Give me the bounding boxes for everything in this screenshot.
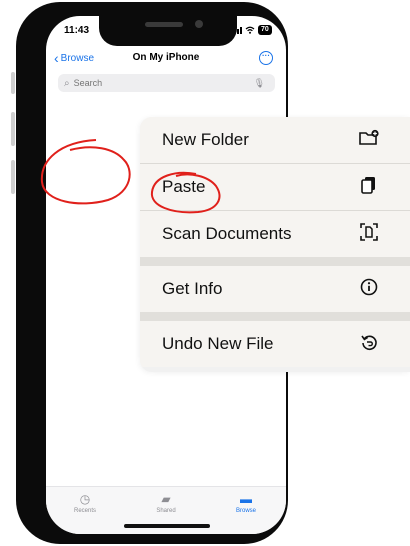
menu-item-get-info[interactable]: Get Info <box>140 266 410 312</box>
status-icons: 70 <box>234 25 272 35</box>
info-circle-icon <box>348 278 390 301</box>
menu-item-new-folder[interactable]: New Folder <box>140 117 410 163</box>
folder-icon: ▬ <box>240 492 252 506</box>
menu-item-label: Get Info <box>162 279 223 298</box>
tab-browse[interactable]: ▬ Browse <box>211 492 281 514</box>
back-button[interactable]: ‹ Browse <box>54 50 95 66</box>
clock-icon: ◷ <box>79 492 91 506</box>
menu-section-gap <box>140 312 410 321</box>
navigation-bar: On My iPhone ‹ Browse ··· <box>46 50 286 72</box>
status-time: 11:43 <box>64 25 90 36</box>
search-icon: ⌕ <box>64 77 70 89</box>
front-camera <box>195 20 203 28</box>
menu-section-gap <box>140 257 410 266</box>
tab-shared[interactable]: ▰ Shared <box>131 492 201 514</box>
folder-plus-icon <box>348 129 390 152</box>
doc-viewfinder-icon <box>348 222 390 246</box>
tab-label: Recents <box>73 508 96 514</box>
menu-item-scan-documents[interactable]: Scan Documents <box>140 211 410 257</box>
chevron-left-icon: ‹ <box>54 50 59 66</box>
tab-label: Shared <box>156 508 176 514</box>
side-button-volume-up <box>11 112 15 146</box>
undo-icon <box>348 333 390 356</box>
tab-label: Browse <box>235 508 256 514</box>
menu-item-undo-new-file[interactable]: Undo New File <box>140 321 410 367</box>
battery-indicator: 70 <box>258 25 272 35</box>
side-button-silent <box>11 72 15 94</box>
more-options-button[interactable]: ··· <box>259 51 273 65</box>
menu-item-paste[interactable]: Paste <box>140 164 410 210</box>
context-menu: New Folder Paste Scan Documents Get Info… <box>140 117 410 372</box>
microphone-icon[interactable]: 🎙︎ <box>254 78 265 89</box>
notch <box>99 16 237 46</box>
menu-item-label: Undo New File <box>162 334 274 353</box>
search-bar[interactable]: ⌕ 🎙︎ <box>58 74 275 92</box>
menu-item-label: New Folder <box>162 130 249 149</box>
side-button-volume-down <box>11 160 15 194</box>
menu-item-label: Paste <box>162 177 206 196</box>
clipboard-icon <box>348 175 390 200</box>
menu-item-label: Scan Documents <box>162 224 292 243</box>
back-button-label: Browse <box>60 52 95 64</box>
wifi-icon <box>245 26 255 34</box>
search-input[interactable] <box>73 78 254 88</box>
tab-recents[interactable]: ◷ Recents <box>50 492 120 514</box>
speaker-grille <box>145 22 183 27</box>
home-indicator[interactable] <box>124 524 210 528</box>
shared-folder-icon: ▰ <box>161 492 171 506</box>
